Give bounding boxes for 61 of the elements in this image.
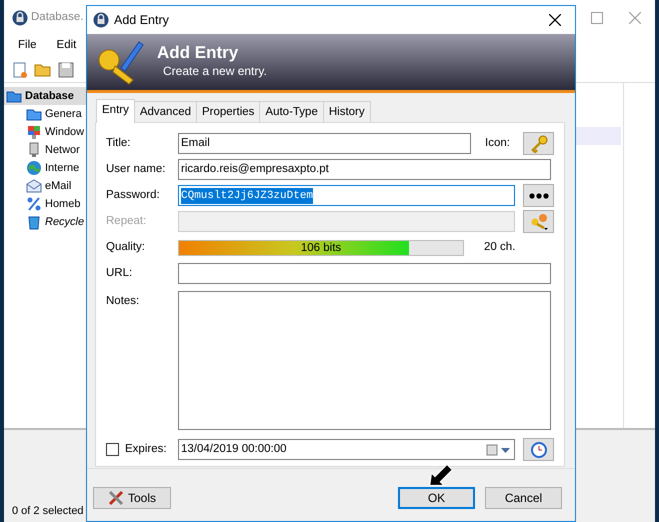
envelope-icon <box>26 178 42 194</box>
close-icon[interactable] <box>629 12 641 24</box>
maximize-icon[interactable] <box>591 12 603 24</box>
tab[interactable]: History <box>322 101 371 124</box>
globe-icon <box>26 160 42 176</box>
notes-field[interactable] <box>178 291 551 430</box>
field-label: User name: <box>106 162 166 178</box>
expiry-date-field[interactable]: 13/04/2019 00:00:00 <box>178 439 515 460</box>
checkbox[interactable] <box>106 443 119 456</box>
password-field[interactable]: CQmuslt2Jj6JZ3zuDtem <box>178 185 515 206</box>
cancel-button[interactable]: Cancel <box>485 487 562 509</box>
dialog-title: Add Entry <box>114 12 169 29</box>
calendar-dropdown-icon[interactable] <box>486 444 512 456</box>
username-field[interactable]: ricardo.reis@empresaxpto.pt <box>178 159 551 180</box>
expiry-preset-button[interactable] <box>523 438 554 462</box>
field-label: Notes: <box>106 294 140 310</box>
field-label: URL: <box>106 266 134 282</box>
tree-item[interactable]: Database <box>25 88 74 104</box>
key-icon <box>530 134 548 153</box>
menu-item[interactable]: Edit <box>56 37 76 55</box>
dots-icon <box>528 192 548 199</box>
ok-button[interactable]: OK <box>398 487 475 509</box>
tree-item[interactable]: Interne <box>45 160 80 176</box>
computer-icon <box>26 124 42 140</box>
tree-item[interactable]: Recycle <box>45 214 84 230</box>
menu-item[interactable]: File <box>18 37 37 55</box>
field-label: Password: <box>106 188 161 204</box>
clock-icon <box>530 440 548 459</box>
field-label: Expires: <box>125 442 167 458</box>
field-label: Repeat: <box>106 214 148 230</box>
character-count: 20 ch. <box>484 240 516 256</box>
lock-icon <box>12 10 28 26</box>
url-field[interactable] <box>178 263 551 284</box>
field-value: 13/04/2019 00:00:00 <box>181 442 287 458</box>
folder-icon[interactable] <box>34 62 52 78</box>
percent-icon <box>26 196 42 212</box>
tree-item[interactable]: Window <box>45 124 84 140</box>
tools-icon <box>108 490 124 506</box>
banner-title: Add Entry <box>157 44 240 62</box>
key-gear-icon <box>528 212 548 231</box>
close-icon <box>549 14 561 26</box>
tree-item[interactable]: Homeb <box>45 196 80 212</box>
quality-reading: 106 bits <box>300 240 342 255</box>
lock-icon <box>93 12 109 28</box>
banner-subtitle: Create a new entry. <box>162 63 267 80</box>
field-label: Title: <box>106 136 132 152</box>
window-title: Database. <box>31 10 84 25</box>
tree-item[interactable]: eMail <box>45 178 72 194</box>
field-label: Icon: <box>485 136 510 152</box>
save-icon[interactable] <box>58 62 74 78</box>
icon-button[interactable] <box>523 132 554 156</box>
tree-item[interactable]: Networ <box>45 142 80 158</box>
show-password-button[interactable] <box>523 184 554 208</box>
trash-icon <box>26 214 42 230</box>
tab[interactable]: Entry <box>96 99 135 124</box>
tree-item[interactable]: Genera <box>45 106 82 122</box>
field-label: Quality: <box>106 240 146 256</box>
title-field[interactable]: Email <box>178 133 471 154</box>
tools-button[interactable]: Tools <box>93 487 171 509</box>
status-text: 0 of 2 selected <box>12 504 84 519</box>
new-file-icon[interactable] <box>12 62 28 78</box>
